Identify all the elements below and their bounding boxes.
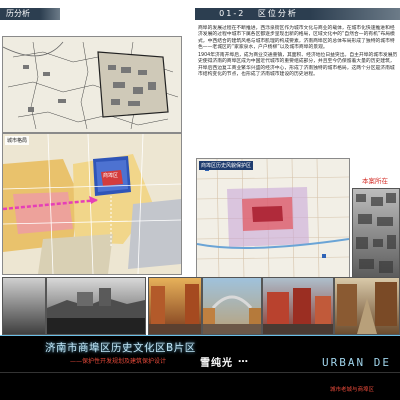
aerial-photo: [352, 188, 400, 280]
photo-street-color-4: [334, 277, 400, 335]
footer-note: 城市老城与商埠区: [330, 387, 375, 393]
photo-street-color-1: [148, 277, 202, 335]
section-title: 区位分析: [257, 9, 298, 18]
section-tag-title: 01-2 区位分析: [195, 8, 322, 20]
description-text: 商埠的发展过程在不断推进，西泺泉街区作为城市文化与商业的载体，在城市化快速推进和…: [198, 26, 398, 78]
site-label: 本案所在: [362, 177, 388, 185]
protection-map: 商埠区历史风貌保护区: [196, 158, 350, 280]
brand-name: 雪纯光: [200, 358, 233, 369]
header-stripe-right: [310, 8, 400, 20]
zoning-label: 商埠区: [103, 173, 119, 179]
photo-street-old: [2, 277, 46, 335]
photo-street-color-2: [202, 277, 262, 335]
old-map-caption: 城市格局: [5, 136, 30, 145]
header-stripe: [40, 8, 60, 20]
photo-street-color-3: [262, 277, 334, 335]
old-city-map: [2, 36, 182, 133]
urban-label: URBAN DE: [322, 356, 391, 369]
protection-map-title: 商埠区历史风貌保护区: [199, 161, 254, 170]
paragraph-1: 商埠的发展过程在不断推进，西泺泉街区作为城市文化与商业的载体，在城市化快速推进和…: [198, 26, 395, 50]
section-number: 01-2: [219, 9, 246, 18]
zoning-map: 城市格局 商埠区: [2, 133, 182, 275]
footer-top-line: [0, 335, 400, 336]
photo-river-bridge: [46, 277, 146, 335]
footer-divider: [0, 372, 400, 373]
brand-ellipsis: …: [238, 354, 249, 365]
footer-subtitle: ——保护性开发规划及建筑保护设计: [70, 358, 167, 365]
paragraph-2: 1904年济南开埠后，成为商业交通重镇，其面积、经济地位日益突出。自主开埠的城市…: [198, 53, 398, 78]
footer-title: 济南市商埠区历史文化区B片区: [45, 342, 196, 354]
